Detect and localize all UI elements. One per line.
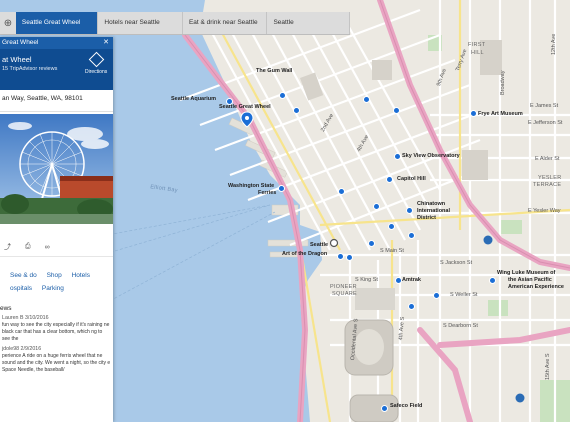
street-broadway: Broadway bbox=[500, 70, 506, 95]
poi-frye-label[interactable]: Frye Art Museum bbox=[478, 111, 523, 117]
poi-gum-wall-label[interactable]: The Gum Wall bbox=[256, 68, 292, 74]
link-hospitals[interactable]: ospitals bbox=[10, 285, 32, 292]
poi-dragon-label-2[interactable]: Art of the Dragon bbox=[282, 251, 327, 257]
poi-wing-luke-label-2[interactable]: the Asian Pacific bbox=[508, 277, 552, 283]
poi-sky-view-label[interactable]: Sky View Observatory bbox=[402, 153, 460, 159]
back-icon[interactable]: ⊕ bbox=[0, 12, 16, 34]
action-row: ⤴ ⎙ ∞ bbox=[0, 238, 113, 257]
street-15th: 15th Ave S bbox=[545, 353, 551, 380]
review-author: Lauren B 3/10/2016 bbox=[2, 315, 49, 321]
poi-dot[interactable] bbox=[363, 96, 370, 103]
tab-seattle[interactable]: Seattle bbox=[267, 12, 350, 34]
street-12th: 12th Ave bbox=[551, 33, 557, 55]
art-of-dragon-pin bbox=[329, 238, 339, 248]
district-first-hill-1: FIRST bbox=[468, 42, 486, 48]
poi-dot[interactable] bbox=[388, 223, 395, 230]
poi-capitol-hill-label[interactable]: Capitol Hill bbox=[397, 176, 426, 182]
poi-dot[interactable] bbox=[337, 253, 344, 260]
panel-header-title: Great Wheel bbox=[2, 39, 39, 46]
panel-hero: at Wheel 15 TripAdvisor reviews Directio… bbox=[0, 49, 113, 90]
place-photo[interactable] bbox=[0, 114, 113, 224]
directions-button[interactable]: Directions bbox=[85, 51, 108, 75]
poi-dot[interactable] bbox=[433, 292, 440, 299]
poi-dot[interactable] bbox=[408, 303, 415, 310]
district-yesler-1: YESLER bbox=[538, 175, 562, 181]
district-pioneer-1: PIONEER bbox=[330, 284, 357, 290]
poi-dot[interactable] bbox=[338, 188, 345, 195]
poi-dot[interactable] bbox=[381, 405, 388, 412]
link-parking[interactable]: Parking bbox=[42, 285, 64, 292]
details-panel: Great Wheel ✕ at Wheel 15 TripAdvisor re… bbox=[0, 37, 113, 422]
poi-great-wheel-label[interactable]: Seattle Great Wheel bbox=[219, 104, 271, 110]
street-king: S King St bbox=[355, 277, 378, 283]
review-text: perience A ride on a huge ferris wheel t… bbox=[2, 353, 111, 373]
review-item: jdole98 2/9/2016 perience A ride on a hu… bbox=[0, 343, 113, 374]
review-item: Lauren B 3/10/2016 fun way to see the ci… bbox=[0, 312, 113, 343]
poi-dot[interactable] bbox=[406, 207, 413, 214]
poi-safeco-label[interactable]: Safeco Field bbox=[390, 403, 422, 409]
street-weller: S Weller St bbox=[450, 292, 478, 298]
panel-header: Great Wheel ✕ bbox=[0, 37, 113, 49]
street-jackson: S Jackson St bbox=[440, 260, 473, 266]
share-icon[interactable]: ⤴ bbox=[4, 242, 11, 252]
link-shop[interactable]: Shop bbox=[47, 272, 62, 279]
link-see-do[interactable]: See & do bbox=[10, 272, 37, 279]
district-pioneer-2: SQUARE bbox=[332, 291, 358, 297]
close-icon[interactable]: ✕ bbox=[103, 37, 113, 49]
poi-dot[interactable] bbox=[293, 107, 300, 114]
print-icon[interactable]: ⎙ bbox=[25, 243, 31, 251]
street-main: S Main St bbox=[380, 248, 404, 254]
link-icon[interactable]: ∞ bbox=[45, 244, 50, 251]
poi-ferries-label-1[interactable]: Washington State bbox=[228, 183, 274, 189]
ferris-wheel-photo bbox=[0, 114, 113, 224]
nearby-links: See & do Shop Hotels ospitals Parking bbox=[0, 257, 113, 295]
street-alder: E Alder St bbox=[535, 156, 560, 162]
poi-chinatown-label-3[interactable]: District bbox=[417, 215, 436, 221]
poi-chinatown-label-2[interactable]: International bbox=[417, 208, 450, 214]
poi-dot[interactable] bbox=[395, 277, 402, 284]
poi-dot[interactable] bbox=[368, 240, 375, 247]
tab-hotels[interactable]: Hotels near Seattle bbox=[98, 12, 183, 34]
poi-dot[interactable] bbox=[408, 232, 415, 239]
poi-wing-luke-label-3[interactable]: American Experience bbox=[508, 284, 564, 290]
review-text: fun way to see the city especially if it… bbox=[2, 322, 110, 342]
poi-wing-luke-label-1[interactable]: Wing Luke Museum of bbox=[497, 270, 555, 276]
district-first-hill-2: HILL bbox=[471, 50, 484, 56]
review-author: jdole98 2/9/2016 bbox=[2, 346, 42, 352]
link-hotels[interactable]: Hotels bbox=[72, 272, 90, 279]
poi-dot[interactable] bbox=[346, 254, 353, 261]
directions-label: Directions bbox=[85, 69, 108, 75]
street-dearborn: S Dearborn St bbox=[443, 323, 478, 329]
directions-icon bbox=[88, 51, 104, 68]
district-yesler-2: TERRACE bbox=[533, 182, 562, 188]
poi-dot[interactable] bbox=[394, 153, 401, 160]
place-address: an Way, Seattle, WA, 98101 bbox=[0, 90, 113, 112]
poi-dot[interactable] bbox=[489, 277, 496, 284]
tab-eat-drink[interactable]: Eat & drink near Seattle bbox=[183, 12, 268, 34]
poi-dot[interactable] bbox=[393, 107, 400, 114]
poi-amtrak-label[interactable]: Amtrak bbox=[402, 277, 421, 283]
place-title: at Wheel bbox=[2, 55, 32, 64]
street-yesler: E Yesler Way bbox=[528, 208, 561, 214]
street-jefferson: E Jefferson St bbox=[528, 120, 563, 126]
poi-chinatown-label-1[interactable]: Chinatown bbox=[417, 201, 445, 207]
poi-ferries-label-2[interactable]: Ferries bbox=[258, 190, 276, 196]
poi-dot[interactable] bbox=[470, 110, 477, 117]
reviews-heading: ews bbox=[0, 305, 12, 312]
tab-seattle-great-wheel[interactable]: Seattle Great Wheel bbox=[15, 12, 99, 34]
tab-bar: ⊕ Seattle Great Wheel Hotels near Seattl… bbox=[0, 12, 350, 35]
poi-dot[interactable] bbox=[278, 185, 285, 192]
street-james: E James St bbox=[530, 103, 559, 109]
poi-dot[interactable] bbox=[226, 98, 233, 105]
poi-aquarium-label[interactable]: Seattle Aquarium bbox=[171, 96, 216, 102]
poi-dot[interactable] bbox=[279, 92, 286, 99]
poi-dot[interactable] bbox=[373, 203, 380, 210]
poi-dragon-label-1[interactable]: Seattle bbox=[310, 242, 328, 248]
poi-dot[interactable] bbox=[386, 176, 393, 183]
review-count-link[interactable]: 15 TripAdvisor reviews bbox=[2, 66, 57, 72]
